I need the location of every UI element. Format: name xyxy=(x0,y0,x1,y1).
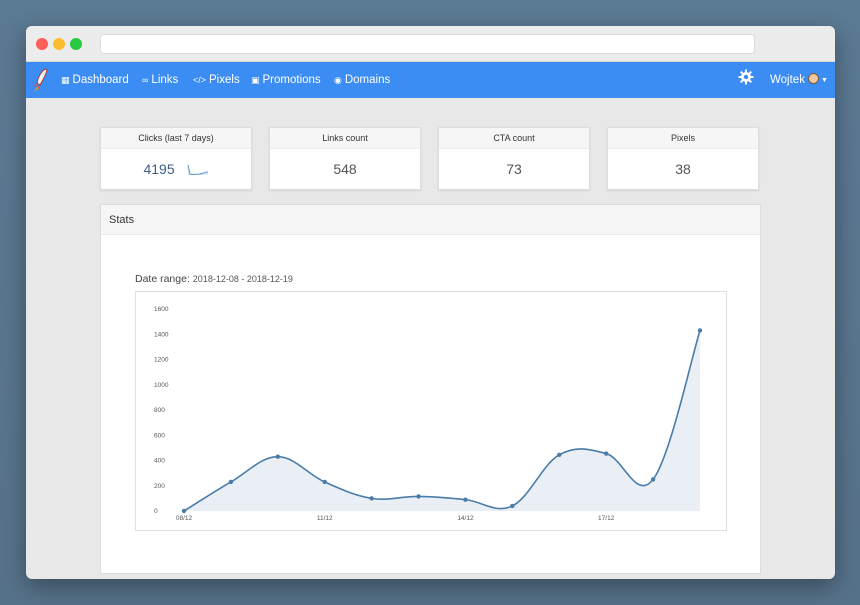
maximize-window-button[interactable] xyxy=(70,38,82,50)
pixels-card: Pixels 38 xyxy=(607,127,759,190)
data-point xyxy=(697,328,703,333)
nav-domains[interactable]: ◉ Domains xyxy=(334,62,390,98)
card-value: 38 xyxy=(675,161,691,177)
y-tick-label: 1400 xyxy=(154,331,169,338)
close-window-button[interactable] xyxy=(36,38,48,50)
stats-panel: Stats Date range: 2018-12-08 - 2018-12-1… xyxy=(100,204,761,574)
top-navbar: ▦ Dashboard ∞ Links </> Pixels ▣ Promotions … xyxy=(26,62,835,98)
card-title: CTA count xyxy=(439,128,589,149)
grid-icon: ▦ xyxy=(61,75,70,85)
data-point xyxy=(603,451,609,456)
nav-dashboard[interactable]: ▦ Dashboard xyxy=(61,62,129,98)
data-point xyxy=(181,508,187,514)
globe-icon: ◉ xyxy=(334,75,342,85)
nav-pixels[interactable]: </> Pixels xyxy=(193,62,240,98)
y-tick-label: 0 xyxy=(154,508,158,515)
data-point xyxy=(510,503,515,509)
y-tick-label: 1600 xyxy=(154,306,169,313)
x-tick-label: 08/12 xyxy=(176,515,193,522)
card-title: Links count xyxy=(270,128,420,149)
clicks-card: Clicks (last 7 days) 4195 xyxy=(100,127,252,190)
card-value: 548 xyxy=(333,161,357,177)
nav-promotions[interactable]: ▣ Promotions xyxy=(251,62,321,98)
x-tick-label: 14/12 xyxy=(457,515,474,522)
card-title: Clicks (last 7 days) xyxy=(101,128,251,149)
date-range-value[interactable]: 2018-12-08 - 2018-12-19 xyxy=(193,274,293,284)
data-point xyxy=(557,452,562,458)
y-tick-label: 1000 xyxy=(154,382,169,389)
address-bar[interactable] xyxy=(100,34,755,54)
nav-dashboard-label: Dashboard xyxy=(72,74,129,86)
clicks-chart: 0 200 400 600 800 1000 1200 1400 1600 08/12 11/12 1… xyxy=(135,291,727,531)
user-menu[interactable]: Wojtek ▼ xyxy=(770,62,828,98)
links-count-card: Links count 548 xyxy=(269,127,421,190)
title-bar xyxy=(26,26,835,62)
y-tick-label: 400 xyxy=(154,458,165,465)
card-value: 4195 xyxy=(143,161,175,177)
data-point xyxy=(463,497,468,502)
nav-promotions-label: Promotions xyxy=(262,74,321,86)
y-tick-label: 800 xyxy=(154,407,165,414)
minimize-window-button[interactable] xyxy=(53,38,65,50)
y-tick-label: 600 xyxy=(154,432,165,439)
avatar xyxy=(807,73,819,84)
chart-svg: 0 200 400 600 800 1000 1200 1400 1600 08/12 11/12 1… xyxy=(154,306,703,522)
browser-window: ▦ Dashboard ∞ Links </> Pixels ▣ Promotions … xyxy=(26,26,835,579)
date-range: Date range: 2018-12-08 - 2018-12-19 xyxy=(135,273,293,285)
nav-links-label: Links xyxy=(151,74,179,86)
date-range-label: Date range: xyxy=(135,273,190,285)
cta-count-card: CTA count 73 xyxy=(438,127,590,190)
nav-pixels-label: Pixels xyxy=(209,74,240,86)
card-title: Pixels xyxy=(608,128,758,149)
user-name: Wojtek xyxy=(770,74,805,86)
data-point xyxy=(369,496,374,501)
x-tick-label: 11/12 xyxy=(317,515,333,522)
stats-title: Stats xyxy=(101,205,760,235)
y-tick-label: 1200 xyxy=(154,357,169,364)
y-tick-label: 200 xyxy=(154,483,165,490)
data-point xyxy=(322,479,327,485)
sparkline-icon xyxy=(187,165,208,176)
gear-icon[interactable] xyxy=(738,69,754,85)
data-point xyxy=(228,479,234,485)
data-point xyxy=(416,494,421,499)
x-tick-label: 17/12 xyxy=(598,515,615,522)
chart-area xyxy=(184,330,700,511)
card-value-row: 4195 xyxy=(101,149,251,190)
link-icon: ∞ xyxy=(142,75,149,85)
data-point xyxy=(275,454,281,459)
nav-domains-label: Domains xyxy=(344,74,391,86)
card-value: 73 xyxy=(506,161,522,177)
chevron-down-icon: ▼ xyxy=(820,77,828,84)
rocket-logo-icon[interactable] xyxy=(32,67,50,93)
nav-links[interactable]: ∞ Links xyxy=(142,62,178,98)
data-point xyxy=(650,477,656,482)
code-icon: </> xyxy=(193,75,207,85)
calendar-icon: ▣ xyxy=(251,75,260,85)
